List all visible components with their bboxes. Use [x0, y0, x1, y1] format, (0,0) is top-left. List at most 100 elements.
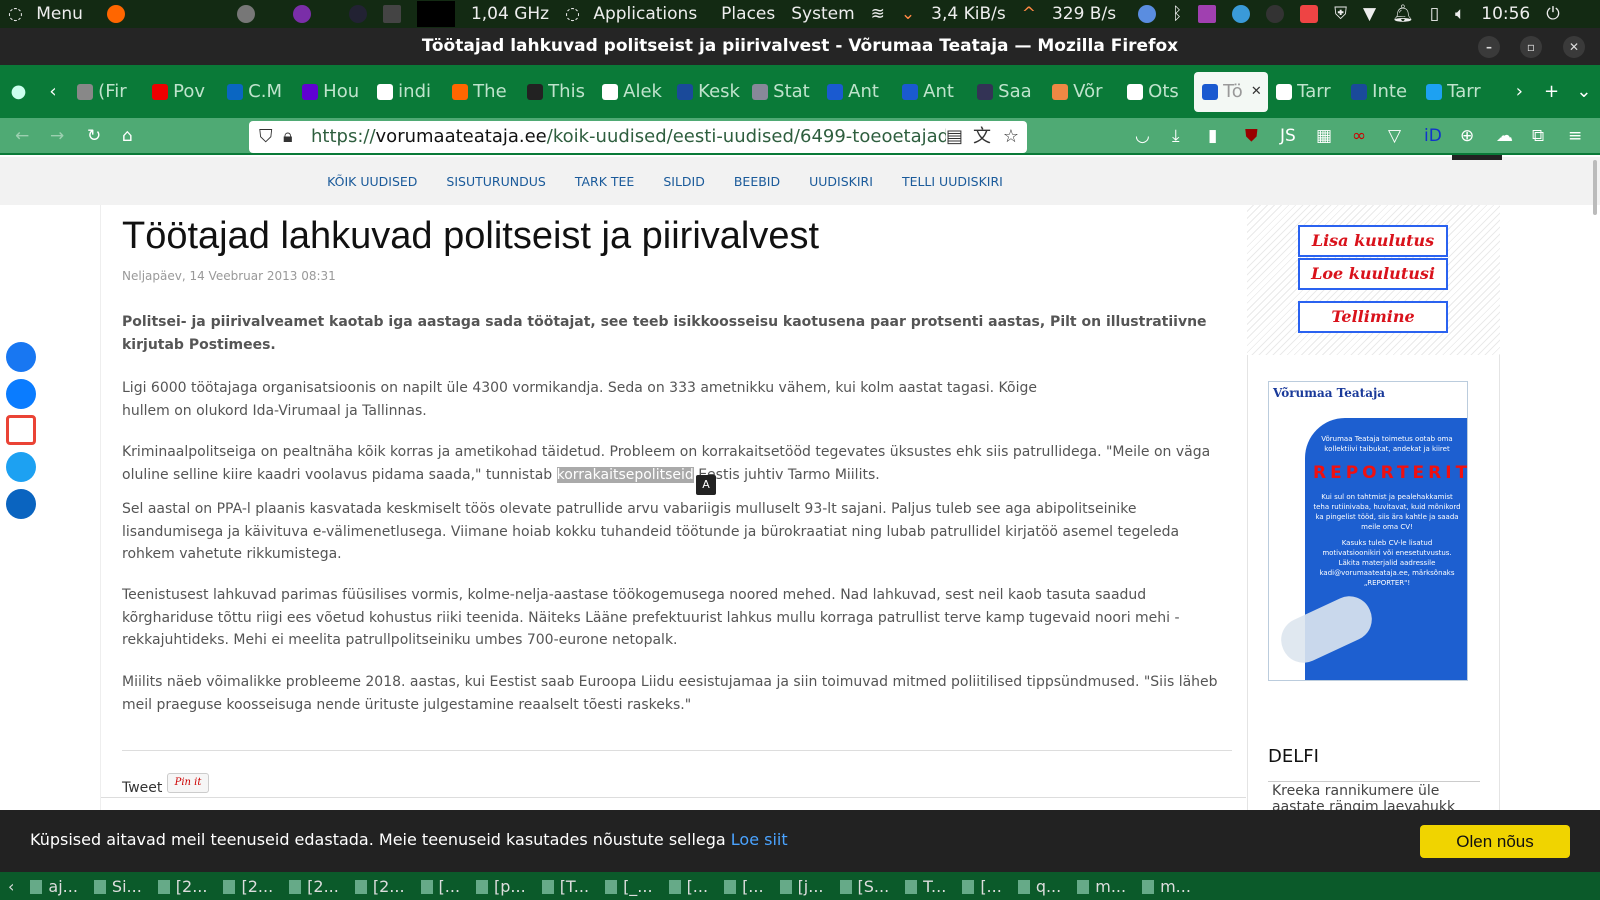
bluetooth-icon[interactable]: ᛒ: [1172, 4, 1182, 24]
places-menu[interactable]: Places: [721, 4, 775, 24]
tab[interactable]: The: [444, 72, 519, 112]
subscription-button[interactable]: Tellimine: [1298, 301, 1448, 333]
tab[interactable]: indi: [369, 72, 444, 112]
firefox-view-icon[interactable]: ●: [0, 81, 37, 102]
opera-icon[interactable]: [348, 5, 367, 23]
taskbar-item[interactable]: [...: [420, 877, 460, 896]
taskbar-item[interactable]: Si...: [93, 877, 142, 896]
site-nav-link[interactable]: SILDID: [663, 174, 705, 189]
taskbar-item[interactable]: q...: [1017, 877, 1061, 896]
reload-button[interactable]: ↻: [87, 126, 101, 146]
reader-view-icon[interactable]: ▤: [945, 121, 963, 153]
firefox-icon[interactable]: [106, 5, 125, 23]
reporter-job-ad[interactable]: Võrumaa Teataja Võrumaa Teataja toimetus…: [1268, 381, 1468, 681]
clock[interactable]: 10:56: [1481, 4, 1530, 24]
taskbar-item[interactable]: [S...: [839, 877, 889, 896]
taskbar-scroll-left[interactable]: ‹: [8, 877, 14, 896]
read-ads-button[interactable]: Loe kuulutusi: [1298, 258, 1448, 290]
cookie-accept-button[interactable]: Olen nõus: [1420, 825, 1570, 858]
taskbar-item[interactable]: [_...: [605, 877, 653, 896]
extension-icon[interactable]: ☁: [1496, 126, 1513, 146]
vpn-extension-icon[interactable]: ▽: [1388, 126, 1401, 146]
tab[interactable]: Ant: [819, 72, 894, 112]
selected-text[interactable]: korrakaitsepolitseid: [556, 466, 694, 483]
back-button[interactable]: ←: [15, 126, 29, 146]
ublock-icon[interactable]: ⛊: [1245, 126, 1258, 146]
translate-icon[interactable]: 文: [973, 121, 991, 153]
translate-popup-icon[interactable]: A: [696, 475, 716, 495]
camera-icon[interactable]: [1266, 5, 1285, 23]
pocket-icon[interactable]: ◡: [1135, 126, 1150, 146]
site-nav-link[interactable]: BEEBID: [734, 174, 780, 189]
block-icon[interactable]: [1300, 5, 1319, 23]
tab[interactable]: Hou: [294, 72, 369, 112]
cookie-read-more-link[interactable]: Loe siit: [731, 830, 788, 849]
tab[interactable]: Tö ✕: [1194, 71, 1269, 112]
scroll-tabs-right[interactable]: ›: [1503, 81, 1535, 102]
scroll-tabs-left[interactable]: ‹: [37, 81, 69, 102]
tab[interactable]: Võr: [1044, 72, 1119, 112]
link-extension-icon[interactable]: ∞: [1352, 126, 1366, 146]
taskbar-item[interactable]: m...: [1142, 877, 1191, 896]
tab[interactable]: Pov: [144, 72, 219, 112]
tab[interactable]: Tarr: [1418, 72, 1493, 112]
tab-list-menu[interactable]: ⌄: [1568, 81, 1600, 102]
taskbar-item[interactable]: [2...: [223, 877, 273, 896]
url-bar[interactable]: ⛉ 🔒︎ https://vorumaateataja.ee/koik-uudi…: [249, 121, 1027, 153]
audio-app-icon[interactable]: [1198, 5, 1217, 23]
taskbar-item[interactable]: [p...: [476, 877, 526, 896]
twitter-share-icon[interactable]: [6, 452, 36, 482]
site-nav-link[interactable]: KÕIK UUDISED: [327, 174, 417, 189]
gmail-share-icon[interactable]: [6, 415, 36, 445]
messenger-share-icon[interactable]: [6, 379, 36, 409]
extensions-puzzle-icon[interactable]: ⧉: [1532, 126, 1544, 146]
battery-icon[interactable]: ▯: [1430, 4, 1439, 24]
tab[interactable]: Alek: [594, 72, 669, 112]
taskbar-item[interactable]: aj...: [30, 877, 78, 896]
taskbar-item[interactable]: [...: [724, 877, 764, 896]
system-menu[interactable]: System: [791, 4, 854, 24]
maximize-button[interactable]: ▫: [1520, 36, 1542, 58]
taskbar-item[interactable]: m...: [1077, 877, 1126, 896]
bell-icon[interactable]: 🔔︎: [1392, 4, 1414, 24]
outlook-share-icon[interactable]: [6, 489, 36, 519]
add-ad-button[interactable]: Lisa kuulutus: [1298, 225, 1448, 257]
taskbar-item[interactable]: [...: [962, 877, 1002, 896]
taskbar-item[interactable]: [j...: [779, 877, 824, 896]
site-nav-link[interactable]: SISUTURUNDUS: [446, 174, 545, 189]
tab[interactable]: Ant: [894, 72, 969, 112]
wifi-icon[interactable]: ▼: [1363, 4, 1376, 24]
tab[interactable]: Stat: [744, 72, 819, 112]
close-window-button[interactable]: ✕: [1563, 36, 1585, 58]
shield-icon[interactable]: ⛨: [1334, 4, 1347, 24]
volume-icon[interactable]: 🔈︎: [1455, 4, 1465, 24]
tab[interactable]: Ots: [1119, 72, 1194, 112]
pinit-button[interactable]: Pin it: [167, 773, 209, 793]
taskbar-item[interactable]: T...: [905, 877, 946, 896]
tor-icon[interactable]: [292, 5, 311, 23]
terminal-icon[interactable]: [382, 5, 401, 23]
language-extension-icon[interactable]: ⊕: [1460, 126, 1474, 146]
download-icon[interactable]: ⤓: [1172, 126, 1180, 146]
tab[interactable]: C.M: [219, 72, 294, 112]
minimize-button[interactable]: –: [1478, 36, 1500, 58]
menu-button[interactable]: ◌ Menu: [8, 4, 91, 24]
js-extension-icon[interactable]: JS: [1280, 126, 1296, 146]
settings-icon[interactable]: [236, 5, 255, 23]
tweet-button[interactable]: Tweet: [122, 780, 162, 796]
forward-button[interactable]: →: [50, 126, 64, 146]
taskbar-item[interactable]: [2...: [289, 877, 339, 896]
vtr-extension-icon[interactable]: ▦: [1316, 126, 1332, 146]
site-nav-link[interactable]: UUDISKIRI: [809, 174, 873, 189]
tab[interactable]: This: [519, 72, 594, 112]
facebook-share-icon[interactable]: [6, 342, 36, 372]
shield-icon[interactable]: ⛉: [259, 121, 273, 153]
tab[interactable]: Tarr: [1268, 72, 1343, 112]
bookmark-star-icon[interactable]: ☆: [1003, 121, 1019, 153]
taskbar-item[interactable]: [...: [668, 877, 708, 896]
home-button[interactable]: ⌂: [122, 126, 133, 146]
qbittorrent-icon[interactable]: [1138, 5, 1157, 23]
taskbar-item[interactable]: [2...: [354, 877, 405, 896]
tab[interactable]: (Fir: [69, 72, 144, 112]
site-nav-link[interactable]: TARK TEE: [575, 174, 635, 189]
